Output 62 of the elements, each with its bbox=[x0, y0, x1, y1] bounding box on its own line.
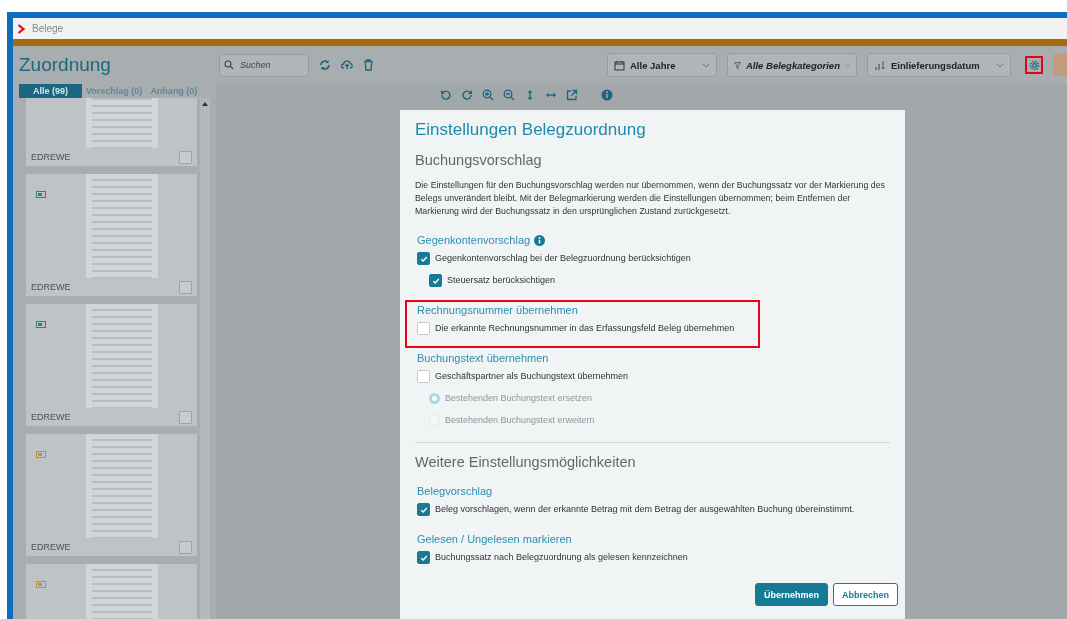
sort-icon bbox=[874, 59, 886, 71]
rotate-right-icon[interactable] bbox=[461, 89, 473, 101]
settings-button[interactable] bbox=[1025, 56, 1043, 74]
document-card[interactable]: EDREWE bbox=[26, 98, 198, 166]
filter-dropdown[interactable]: Einlieferungsdatum bbox=[867, 53, 1011, 77]
caret-icon bbox=[702, 62, 710, 68]
document-name: EDREWE bbox=[31, 542, 71, 552]
checkbox[interactable] bbox=[179, 410, 193, 424]
window-title: Belege bbox=[32, 23, 64, 34]
document-name: EDREWE bbox=[31, 282, 71, 292]
calendar-icon bbox=[614, 59, 625, 71]
checkmark-icon bbox=[419, 505, 428, 514]
checkbox-option[interactable]: Buchungssatz nach Belegzuordnung als gelesen kennzeichnen bbox=[417, 551, 688, 564]
document-name: EDREWE bbox=[31, 412, 71, 422]
checkmark-icon bbox=[431, 276, 440, 285]
subsection-title: Buchungstext übernehmen bbox=[417, 351, 549, 365]
trash-icon[interactable] bbox=[363, 59, 374, 71]
subsection-title: Belegvorschlag bbox=[417, 484, 493, 498]
section-heading: Buchungsvorschlag bbox=[415, 151, 543, 169]
section-heading: Weitere Einstellungsmöglichkeiten bbox=[415, 453, 637, 471]
checkmark-icon bbox=[419, 553, 428, 562]
caret-icon bbox=[996, 62, 1004, 68]
filter-dropdown[interactable]: Alle Belegkategorien bbox=[727, 53, 857, 77]
checkmark-icon bbox=[419, 254, 428, 263]
search-field[interactable]: Suchen bbox=[219, 53, 309, 77]
scrollbar[interactable] bbox=[200, 98, 210, 619]
document-name: EDREWE bbox=[31, 152, 71, 162]
subsection-title: Rechnungsnummer übernehmen bbox=[417, 303, 578, 317]
search-icon bbox=[224, 59, 234, 70]
checkbox-option[interactable]: Beleg vorschlagen, wenn der erkannte Betrag mit dem Betrag der ausgewählten Buchung übereinstimmt. bbox=[417, 503, 855, 516]
checkbox-option[interactable]: Geschäftspartner als Buchungstext übernehmen bbox=[417, 370, 629, 383]
info-icon[interactable] bbox=[601, 89, 613, 101]
cancel-button[interactable]: Abbrechen bbox=[833, 583, 898, 606]
logo-chevron-icon bbox=[17, 23, 26, 34]
subsection-title: Gelesen / Ungelesen markieren bbox=[417, 532, 572, 546]
filter-tab[interactable]: Alle (99) bbox=[19, 84, 82, 98]
dialog-title: Einstellungen Belegzuordnung bbox=[415, 120, 647, 140]
filter-dropdown[interactable]: Alle Jahre bbox=[607, 53, 717, 77]
document-card[interactable]: EDREWE bbox=[26, 304, 198, 426]
description-text: Die Einstellungen für den Buchungsvorschlag werden nur übernommen, wenn der Buchungssatz vor der Markierung des Belegs unverändert bleibt. Mit der Belegmarkierung werden die Einstellungen übernommen; beim Entfernen der Markierung wird der Buchungssatz in den ursprünglichen Zustand zurückgesetzt. bbox=[415, 179, 886, 218]
scroll-up-icon[interactable] bbox=[202, 102, 209, 106]
checkbox-option[interactable]: Steuersatz berücksichtigen bbox=[429, 274, 556, 287]
page-title: Zuordnung bbox=[19, 54, 112, 76]
checkbox[interactable] bbox=[179, 280, 193, 294]
subsection-title: Gegenkontenvorschlag bbox=[417, 233, 531, 247]
document-card[interactable]: EDREWE bbox=[26, 434, 198, 556]
checkbox[interactable] bbox=[179, 540, 193, 554]
cloud-upload-icon[interactable] bbox=[341, 59, 353, 71]
caret-icon bbox=[844, 62, 850, 68]
external-link-icon[interactable] bbox=[566, 89, 578, 101]
checkbox-option[interactable]: Gegenkontenvorschlag bei der Belegzuordnung berücksichtigen bbox=[417, 252, 691, 265]
filter-icon bbox=[734, 59, 741, 71]
rotate-left-icon[interactable] bbox=[440, 89, 452, 101]
settings-icon bbox=[1028, 59, 1040, 71]
zoom-in-icon[interactable] bbox=[482, 89, 494, 101]
info-icon[interactable] bbox=[534, 234, 546, 246]
document-card[interactable]: EDREWE bbox=[26, 174, 198, 296]
zoom-out-icon[interactable] bbox=[503, 89, 515, 101]
apply-button[interactable]: Übernehmen bbox=[754, 583, 828, 606]
checkbox-option[interactable]: Die erkannte Rechnungsnummer in das Erfassungsfeld Beleg übernehmen bbox=[417, 322, 735, 335]
checkbox[interactable] bbox=[179, 150, 193, 164]
refresh-icon[interactable] bbox=[319, 59, 331, 71]
